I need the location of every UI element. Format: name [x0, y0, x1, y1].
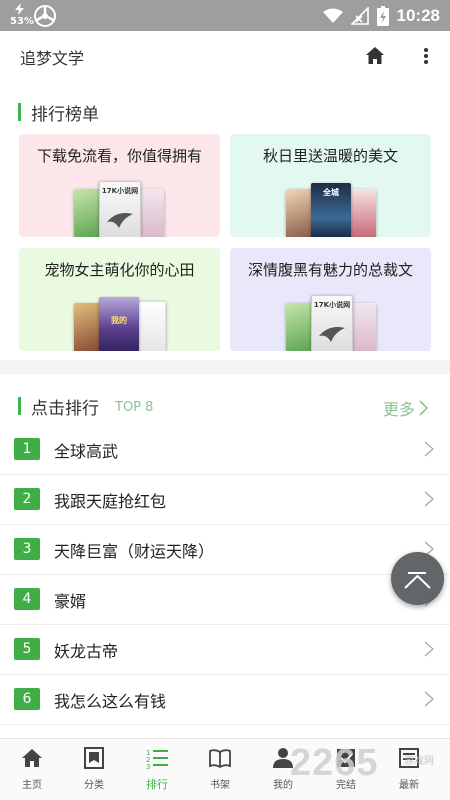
click-ranking-title: 点击排行: [31, 398, 99, 419]
nav-label: 我的: [273, 780, 293, 791]
ranking-board-title: 排行榜单: [31, 104, 99, 125]
back-to-top-button[interactable]: [391, 552, 444, 605]
rank-number-badge: 6: [14, 688, 40, 710]
bird-illustration: [319, 327, 345, 342]
arrow-up-icon: [404, 572, 431, 589]
book-cover: 17K小说网: [311, 295, 353, 351]
cover-text: 17K小说网: [313, 301, 351, 309]
section-accent-bar: [18, 103, 21, 121]
svg-text:3: 3: [146, 763, 150, 769]
nav-tab-completed[interactable]: 完结: [314, 739, 378, 800]
ranking-list-item[interactable]: 4 豪婿: [0, 574, 450, 625]
rank-number-badge: 4: [14, 588, 40, 610]
notification-app-icon: [34, 5, 56, 27]
ranking-list-item[interactable]: 2 我跟天庭抢红包: [0, 474, 450, 525]
ranking-list-item[interactable]: 3 天降巨富（财运天降）: [0, 524, 450, 575]
chevron-right-icon: [424, 691, 434, 707]
book-title: 我怎么这么有钱: [54, 692, 167, 711]
battery-percent: 53%: [10, 16, 34, 27]
book-title: 天降巨富（财运天降）: [54, 542, 215, 561]
nav-label: 书架: [210, 780, 230, 791]
profile-icon: [273, 748, 293, 768]
book-cover: 我的: [99, 297, 139, 351]
book-covers: 17K小说网: [230, 295, 431, 351]
completed-icon: [337, 749, 355, 767]
status-left: 53%: [10, 3, 56, 29]
ranking-card[interactable]: 宠物女主萌化你的心田 我的: [19, 248, 220, 351]
signal-icon: [350, 7, 369, 25]
book-cover: 17K小说网: [99, 181, 141, 237]
book-title: 我跟天庭抢红包: [54, 492, 167, 511]
latest-icon: [399, 748, 419, 768]
nav-tab-bookshelf[interactable]: 书架: [188, 739, 252, 800]
ranking-card[interactable]: 深情腹黑有魅力的总裁文 17K小说网: [230, 248, 431, 351]
nav-label: 最新: [399, 780, 419, 791]
section-accent-bar: [18, 397, 21, 415]
bookshelf-icon: [209, 749, 231, 769]
chevron-right-icon: [424, 441, 434, 457]
battery-icon: [376, 6, 389, 26]
clock: 10:28: [396, 6, 440, 25]
ranking-card-title: 深情腹黑有魅力的总裁文: [247, 261, 413, 279]
nav-tab-category[interactable]: 分类: [62, 739, 126, 800]
status-bar: 53% 10:28: [0, 0, 450, 31]
ranking-board-header: 排行榜单: [18, 101, 99, 125]
ranking-icon: 1 2 3: [146, 749, 168, 769]
nav-tab-home[interactable]: 主页: [0, 739, 64, 800]
click-ranking-header: 点击排行 TOP 8: [18, 395, 154, 419]
ranking-card-title: 秋日里送温暖的美文: [262, 147, 398, 165]
status-right: 10:28: [322, 3, 440, 29]
book-title: 全球高武: [54, 442, 119, 461]
cover-text: 17K小说网: [101, 187, 139, 195]
book-title: 豪婿: [54, 592, 87, 611]
category-icon: [84, 747, 104, 769]
cover-text: 全城: [323, 188, 339, 197]
bird-illustration: [107, 213, 133, 228]
nav-tab-profile[interactable]: 我的: [251, 739, 315, 800]
ranking-card[interactable]: 秋日里送温暖的美文 全城: [230, 134, 431, 237]
book-covers: 我的: [19, 295, 220, 351]
home-icon[interactable]: [364, 45, 386, 67]
book-covers: 17K小说网: [19, 181, 220, 237]
more-button[interactable]: 更多: [383, 396, 428, 420]
nav-label: 排行: [146, 778, 168, 791]
nav-label: 完结: [336, 780, 356, 791]
click-ranking-subtitle: TOP 8: [115, 399, 154, 415]
book-cover: 全城: [311, 183, 351, 237]
ranking-list-item[interactable]: 5 妖龙古帝: [0, 624, 450, 675]
nav-tab-ranking[interactable]: 1 2 3 排行: [125, 739, 189, 800]
chevron-right-icon: [424, 641, 434, 657]
section-divider: [0, 360, 450, 374]
ranking-list-item[interactable]: 1 全球高武: [0, 424, 450, 475]
chevron-right-icon: [424, 491, 434, 507]
rank-number-badge: 5: [14, 638, 40, 660]
more-label: 更多: [382, 400, 415, 419]
wifi-icon: [322, 8, 343, 23]
rank-number-badge: 3: [14, 538, 40, 560]
home-icon: [22, 749, 42, 767]
battery-indicator: 53%: [10, 3, 34, 29]
rank-number-badge: 2: [14, 488, 40, 510]
ranking-list-item[interactable]: 6 我怎么这么有钱: [0, 674, 450, 725]
app-header: 追梦文学: [0, 31, 450, 81]
book-covers: 全城: [230, 181, 431, 237]
cover-text: 我的: [111, 316, 127, 325]
rank-number-badge: 1: [14, 438, 40, 460]
nav-label: 主页: [22, 780, 42, 791]
book-title: 妖龙古帝: [54, 642, 119, 661]
bolt-icon: [15, 3, 24, 15]
ranking-card-title: 宠物女主萌化你的心田: [44, 261, 195, 279]
bottom-navigation: 主页 分类 1 2 3 排行 书架 我的 完结 最新: [0, 738, 450, 800]
chevron-right-icon: [419, 400, 428, 416]
app-title: 追梦文学: [20, 49, 85, 68]
nav-label: 分类: [84, 780, 104, 791]
more-options-icon[interactable]: [420, 45, 432, 67]
nav-tab-latest[interactable]: 最新: [377, 739, 441, 800]
ranking-card-title: 下载免流看，你值得拥有: [36, 147, 202, 165]
ranking-card[interactable]: 下载免流看，你值得拥有 17K小说网: [19, 134, 220, 237]
